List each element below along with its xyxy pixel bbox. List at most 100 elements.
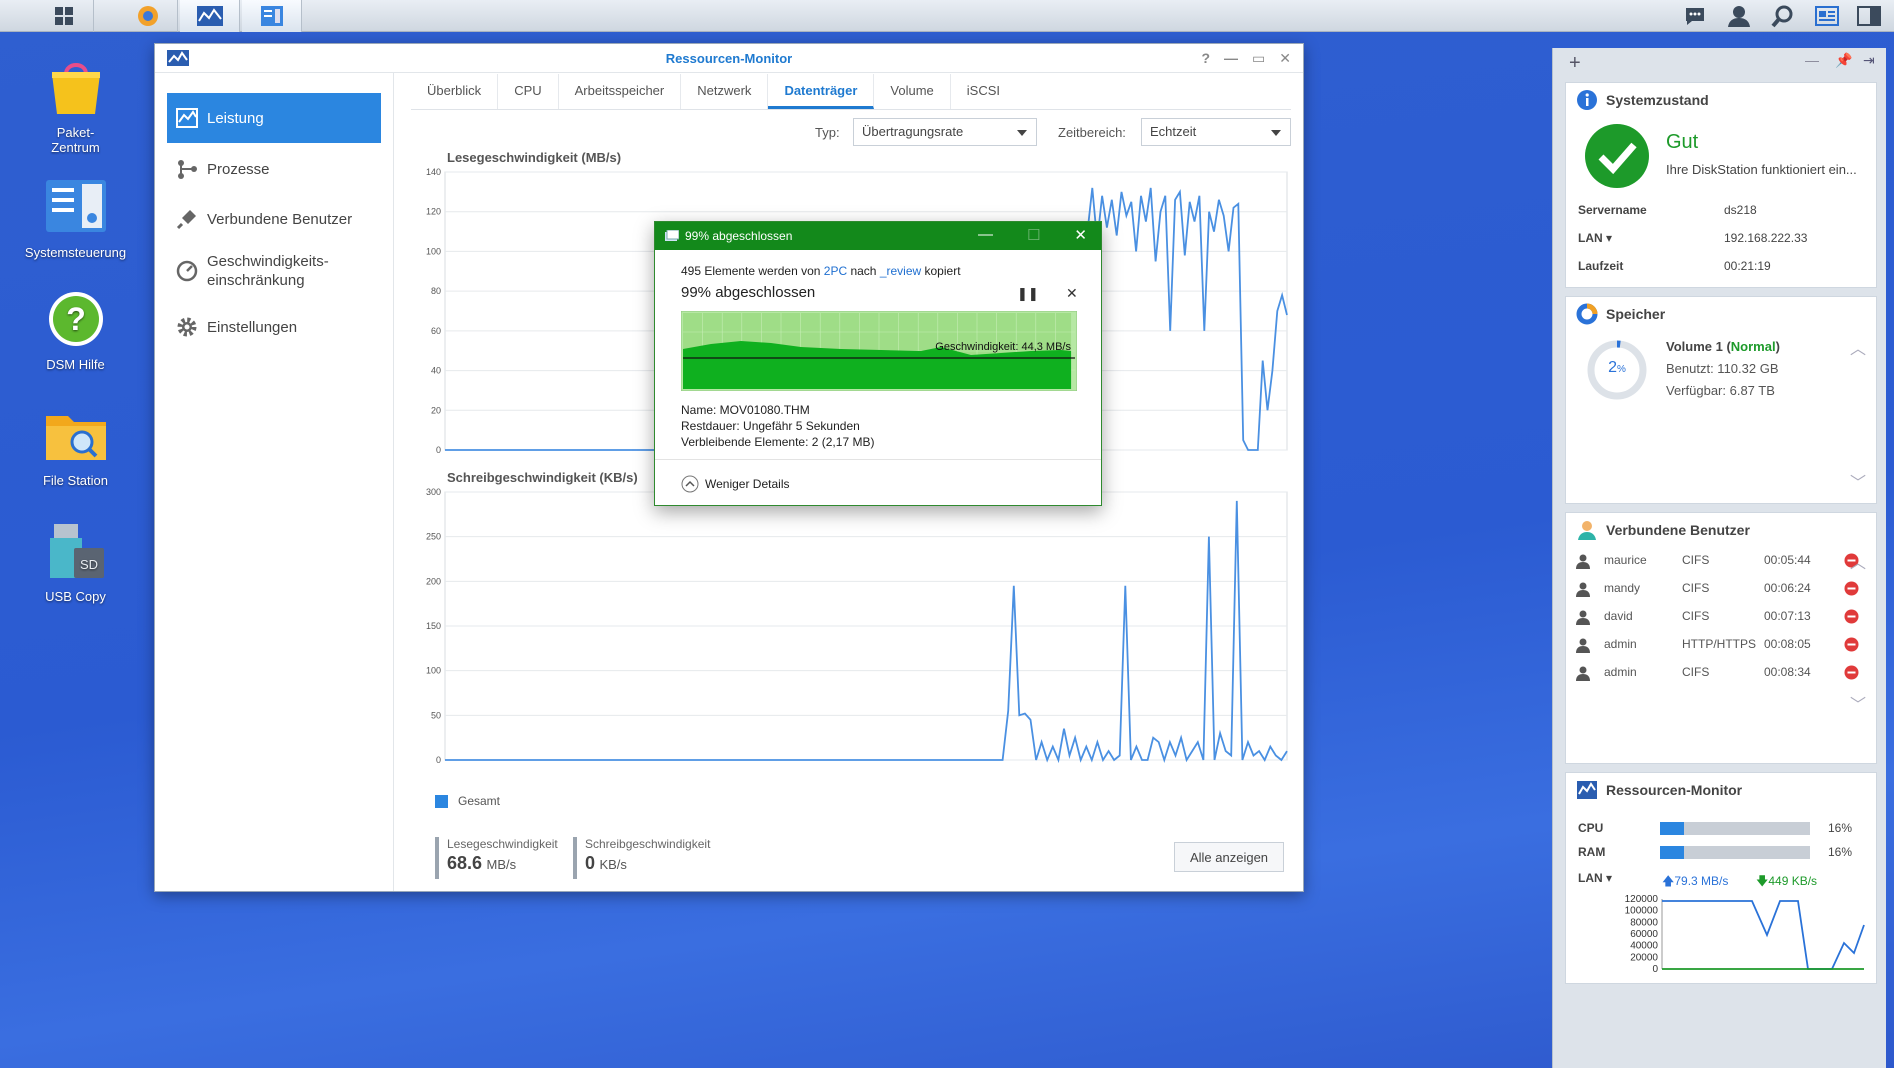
sidebar-item-geschwindigkeitseinschraenkung[interactable]: Geschwindigkeits- einschränkung	[167, 245, 381, 297]
dialog-close-button[interactable]: ✕	[1074, 226, 1087, 244]
close-button[interactable]: ✕	[1279, 50, 1291, 67]
time-remaining: Restdauer: Ungefähr 5 Sekunden	[681, 419, 860, 433]
user-name: maurice	[1604, 553, 1647, 567]
user-icon[interactable]	[1726, 4, 1752, 28]
desktop-item-control-panel[interactable]: Systemsteuerung	[18, 178, 133, 260]
write-speed-chart: 0 50 100 150 200 250 300	[426, 487, 1288, 765]
tab-iscsi[interactable]: iSCSI	[951, 74, 1016, 109]
items-remaining: Verbleibende Elemente: 2 (2,17 MB)	[681, 435, 875, 449]
ram-value: 16%	[1828, 845, 1853, 859]
cpu-usage-bar	[1660, 822, 1810, 835]
add-widget-button[interactable]: +	[1569, 52, 1581, 75]
show-all-button[interactable]: Alle anzeigen	[1174, 842, 1284, 872]
legend-swatch	[435, 794, 448, 808]
copy-dest-link[interactable]: _review	[880, 264, 921, 278]
tab-netzwerk[interactable]: Netzwerk	[681, 74, 769, 109]
connected-user-row: admin CIFS 00:08:34	[1576, 665, 1866, 685]
panel-minimize-button[interactable]: —	[1805, 52, 1819, 68]
disconnect-user-button[interactable]	[1844, 637, 1859, 652]
desktop-item-usb-copy[interactable]: SD USB Copy	[18, 522, 133, 604]
scroll-down-icon[interactable]: ﹀	[1850, 691, 1866, 715]
y-tick-label: 50	[431, 710, 441, 720]
taskbar-control-panel[interactable]	[242, 0, 302, 32]
y-tick-label: 60000	[1630, 929, 1658, 940]
storage-percent: 2%	[1584, 359, 1650, 377]
download-rate-value: 449 KB/s	[1768, 874, 1818, 888]
disconnect-user-button[interactable]	[1844, 581, 1859, 596]
connected-user-row: mandy CIFS 00:06:24	[1576, 581, 1866, 601]
y-tick-label: 80	[431, 286, 441, 296]
copy-source-link[interactable]: 2PC	[824, 264, 847, 278]
widget-title: Systemzustand	[1606, 92, 1709, 108]
desktop-item-label: Systemsteuerung	[24, 245, 127, 260]
user-icon	[1578, 521, 1596, 540]
info-icon	[1577, 90, 1597, 110]
main-menu-button[interactable]	[34, 0, 94, 32]
help-button[interactable]: ?	[1201, 50, 1210, 67]
tab-cpu[interactable]: CPU	[498, 74, 559, 109]
storage-percent-value: 2	[1608, 359, 1617, 376]
cancel-copy-button[interactable]: ✕	[1066, 285, 1078, 302]
desktop-item-label: Paket- Zentrum	[51, 125, 100, 155]
less-details-button[interactable]: Weniger Details	[681, 475, 789, 493]
sidebar-item-leistung[interactable]: Leistung	[167, 93, 381, 143]
resource-monitor-widget: Ressourcen-Monitor CPU 16% RAM 16% LAN ▾…	[1565, 772, 1877, 984]
copy-description-text: kopiert	[921, 264, 961, 278]
dialog-minimize-button[interactable]: —	[978, 226, 993, 244]
desktop-item-package-center[interactable]: Paket- Zentrum	[18, 58, 133, 155]
read-summary-label: Lesegeschwindigkeit	[447, 837, 558, 851]
sidebar-item-label: Geschwindigkeits- einschränkung	[207, 253, 329, 289]
panel-collapse-icon[interactable]: ⇥	[1863, 52, 1875, 69]
check-icon	[1585, 124, 1649, 188]
desktop-item-dsm-help[interactable]: ? DSM Hilfe	[18, 290, 133, 372]
disconnect-user-button[interactable]	[1844, 609, 1859, 624]
scroll-down-icon[interactable]: ﹀	[1850, 469, 1866, 493]
tab-arbeitsspeicher[interactable]: Arbeitsspeicher	[559, 74, 682, 109]
volume-name: Volume 1 (Normal)	[1666, 339, 1780, 354]
pin-icon[interactable]: 📌	[1835, 52, 1852, 69]
download-rate: 🡇449 KB/s	[1756, 874, 1818, 888]
taskbar-package-center[interactable]	[118, 0, 178, 32]
tab-volume[interactable]: Volume	[874, 74, 951, 109]
storage-percent-sign: %	[1617, 364, 1626, 375]
range-label: Zeitbereich:	[1058, 125, 1126, 140]
sidebar-item-einstellungen[interactable]: Einstellungen	[167, 305, 381, 349]
folder-search-icon	[45, 416, 106, 460]
window-titlebar[interactable]: Ressourcen-Monitor ? — ▭ ✕	[155, 44, 1303, 73]
percent-complete: 99% abgeschlossen	[681, 284, 816, 301]
range-select[interactable]: Echtzeit	[1141, 118, 1291, 146]
sidebar-item-prozesse[interactable]: Prozesse	[167, 147, 381, 191]
tab-datentraeger[interactable]: Datenträger	[768, 74, 875, 109]
notifications-icon[interactable]	[1682, 4, 1708, 28]
y-tick-label: 100	[426, 246, 441, 256]
pause-button[interactable]: ❚❚	[1017, 286, 1039, 302]
scroll-up-icon[interactable]: ︿	[1850, 335, 1866, 359]
widget-title: Ressourcen-Monitor	[1606, 782, 1743, 798]
dialog-titlebar[interactable]: 99% abgeschlossen — ☐ ✕	[655, 222, 1101, 250]
main-menu-icon	[54, 7, 73, 25]
type-select[interactable]: Übertragungsrate	[853, 118, 1037, 146]
scroll-up-icon[interactable]: ︿	[1850, 549, 1866, 573]
svg-text:?: ?	[66, 301, 86, 337]
widgets-icon[interactable]	[1814, 4, 1840, 28]
disconnect-user-button[interactable]	[1844, 665, 1859, 680]
user-protocol: CIFS	[1682, 665, 1710, 679]
lan-label[interactable]: LAN ▾	[1578, 231, 1612, 245]
lan-dropdown[interactable]: LAN ▾	[1578, 871, 1612, 885]
y-tick-label: 20000	[1630, 952, 1658, 963]
maximize-button[interactable]: ▭	[1252, 50, 1265, 67]
minimize-button[interactable]: —	[1224, 50, 1238, 67]
user-connected-time: 00:08:34	[1764, 665, 1811, 679]
cpu-label: CPU	[1578, 821, 1604, 835]
desktop-item-file-station[interactable]: File Station	[18, 406, 133, 488]
volume-label: Volume 1 (	[1666, 339, 1731, 354]
sidebar-item-verbundene-benutzer[interactable]: Verbundene Benutzer	[167, 197, 381, 241]
desktop-icon[interactable]	[1856, 4, 1882, 28]
user-icon	[1576, 582, 1590, 597]
y-tick-label: 20	[431, 405, 441, 415]
search-icon[interactable]	[1770, 4, 1796, 28]
tab-ueberblick[interactable]: Überblick	[411, 74, 499, 109]
connected-user-row: maurice CIFS 00:05:44	[1576, 553, 1866, 573]
transfer-speed-graph: Geschwindigkeit: 44,3 MB/s	[681, 311, 1077, 391]
taskbar-resource-monitor[interactable]	[180, 0, 240, 32]
